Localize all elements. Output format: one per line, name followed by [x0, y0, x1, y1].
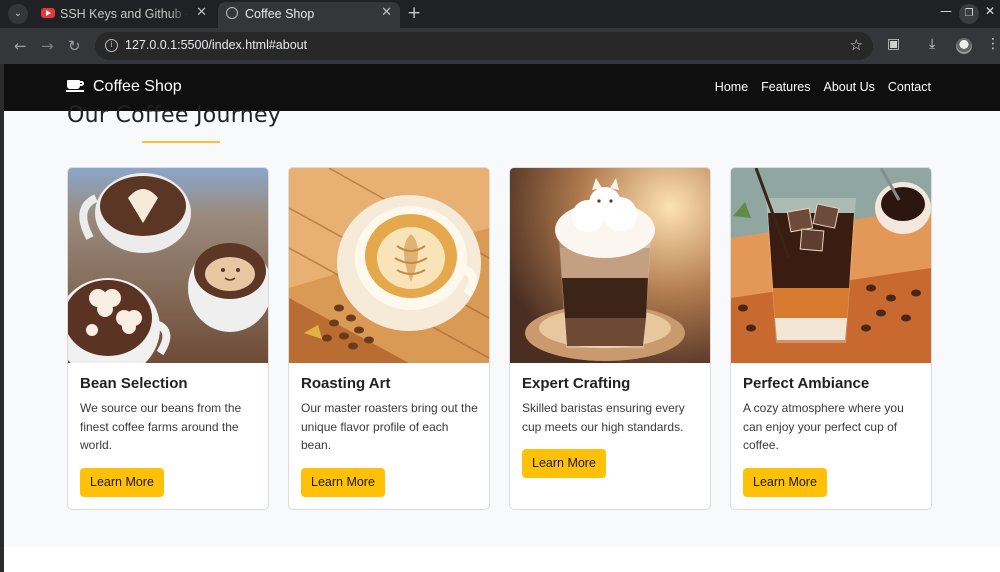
- browser-toolbar: ← → ↻ i 127.0.0.1:5500/index.html#about …: [0, 28, 1000, 64]
- learn-more-button[interactable]: Learn More: [80, 468, 164, 497]
- brand-name: Coffee Shop: [93, 78, 182, 95]
- browser-tab-active[interactable]: Coffee Shop ✕: [218, 2, 400, 28]
- learn-more-button[interactable]: Learn More: [743, 468, 827, 497]
- tab-search-chevron-icon[interactable]: ⌄: [8, 4, 28, 24]
- card-body: Expert Crafting Skilled baristas ensurin…: [522, 375, 702, 436]
- latte-with-beans-illustration: [289, 168, 489, 363]
- nav-link-features[interactable]: Features: [761, 80, 810, 94]
- card-body: Bean Selection We source our beans from …: [80, 375, 260, 455]
- about-section: Our Coffee Journey Bean Selection We sou…: [4, 103, 1000, 547]
- extensions-icon[interactable]: ▣: [887, 36, 900, 52]
- download-icon[interactable]: ⤓: [929, 36, 935, 52]
- iced-coffee-illustration: [731, 168, 931, 363]
- latte-art-cups-illustration: [68, 168, 268, 363]
- browser-tab-bar: ⌄ SSH Keys and Github - Yo ✕ Coffee Shop…: [0, 0, 1000, 28]
- card-body: Perfect Ambiance A cozy atmosphere where…: [743, 375, 923, 455]
- profile-avatar[interactable]: [956, 38, 972, 54]
- card-text: Skilled baristas ensuring every cup meet…: [522, 401, 685, 434]
- tab-title: SSH Keys and Github - Yo: [60, 7, 188, 21]
- feature-card: Roasting Art Our master roasters bring o…: [288, 167, 490, 510]
- reload-icon[interactable]: ↻: [68, 37, 81, 55]
- close-icon[interactable]: ✕: [196, 2, 207, 24]
- site-info-icon[interactable]: i: [105, 39, 118, 52]
- next-section: [4, 547, 1000, 572]
- brand[interactable]: Coffee Shop: [66, 78, 182, 96]
- learn-more-button[interactable]: Learn More: [522, 449, 606, 478]
- section-title: Our Coffee Journey: [67, 103, 282, 128]
- tab-title: Coffee Shop: [245, 7, 315, 21]
- close-window-icon[interactable]: ✕: [985, 4, 995, 18]
- layered-coffee-glass-illustration: [510, 168, 710, 363]
- restore-icon[interactable]: ❐: [959, 4, 979, 24]
- browser-tab-inactive[interactable]: SSH Keys and Github - Yo ✕: [33, 2, 215, 28]
- minimize-icon[interactable]: —: [940, 4, 952, 18]
- close-icon[interactable]: ✕: [381, 2, 392, 24]
- card-text: We source our beans from the finest coff…: [80, 401, 242, 452]
- nav-link-contact[interactable]: Contact: [888, 80, 931, 94]
- back-arrow-icon[interactable]: ←: [14, 37, 27, 55]
- title-underline: [142, 141, 220, 143]
- globe-icon: [226, 7, 238, 19]
- card-title: Bean Selection: [80, 375, 188, 392]
- card-title: Roasting Art: [301, 375, 391, 392]
- forward-arrow-icon[interactable]: →: [41, 37, 54, 55]
- menu-kebab-icon[interactable]: ⋮: [986, 36, 1000, 52]
- youtube-icon: [41, 8, 55, 18]
- feature-card: Perfect Ambiance A cozy atmosphere where…: [730, 167, 932, 510]
- nav-links: Home Features About Us Contact: [715, 80, 931, 94]
- page-viewport: Coffee Shop Home Features About Us Conta…: [4, 64, 1000, 572]
- card-text: A cozy atmosphere where you can enjoy yo…: [743, 401, 904, 452]
- nav-link-about[interactable]: About Us: [823, 80, 874, 94]
- feature-card: Bean Selection We source our beans from …: [67, 167, 269, 510]
- url-text[interactable]: 127.0.0.1:5500/index.html#about: [125, 38, 307, 52]
- card-list: Bean Selection We source our beans from …: [67, 167, 932, 510]
- card-body: Roasting Art Our master roasters bring o…: [301, 375, 481, 455]
- card-title: Expert Crafting: [522, 375, 631, 392]
- card-title: Perfect Ambiance: [743, 375, 870, 392]
- bookmark-star-icon[interactable]: ☆: [850, 36, 863, 54]
- learn-more-button[interactable]: Learn More: [301, 468, 385, 497]
- coffee-cup-icon: [66, 80, 85, 92]
- nav-link-home[interactable]: Home: [715, 80, 748, 94]
- address-bar[interactable]: i 127.0.0.1:5500/index.html#about ☆: [95, 32, 873, 60]
- feature-card: Expert Crafting Skilled baristas ensurin…: [509, 167, 711, 510]
- card-text: Our master roasters bring out the unique…: [301, 401, 478, 452]
- new-tab-icon[interactable]: +: [407, 2, 421, 24]
